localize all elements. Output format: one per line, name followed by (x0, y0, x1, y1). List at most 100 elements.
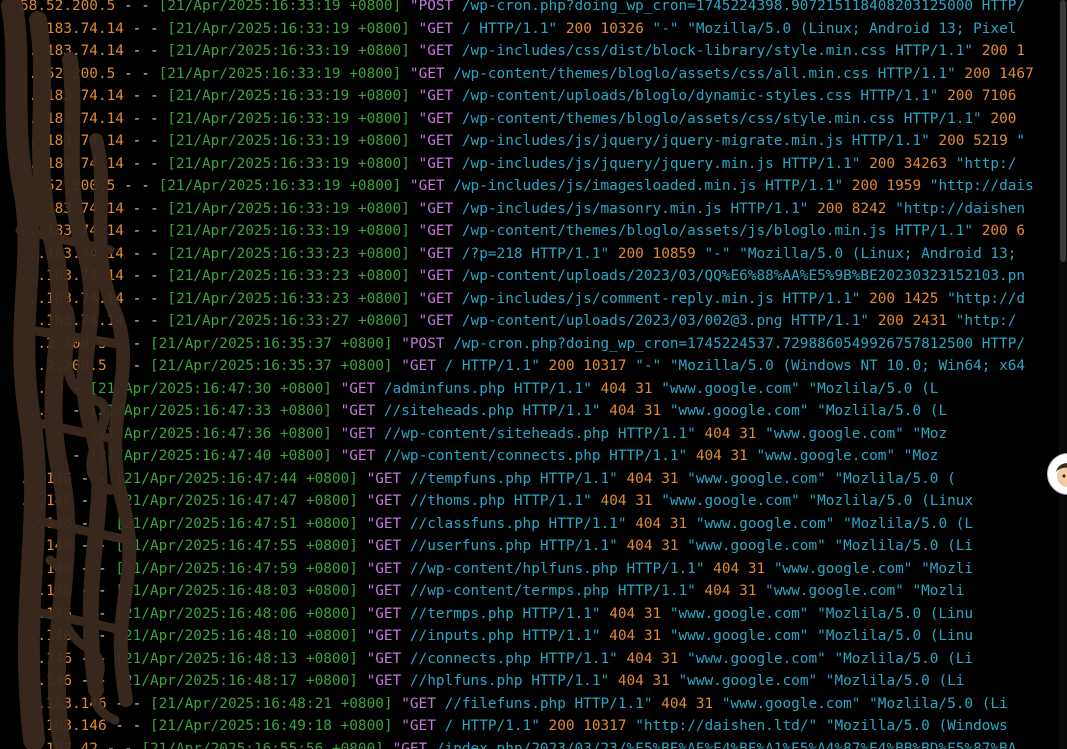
log-line: ...183.74.14 - - [21/Apr/2025:16:33:19 +… (20, 43, 1026, 59)
scrollbar-thumb[interactable] (1060, 0, 1066, 263)
log-referrer-agent: "www.google.com" "Moz (747, 448, 939, 464)
log-line: ...183.74.14 - - [21/Apr/2025:16:33:23 +… (20, 268, 1026, 284)
log-status: 404 (626, 538, 653, 554)
log-referrer-agent: "www.google.com" "Mozlila/5.0 (Linu (661, 605, 974, 622)
log-separator: - - (123, 20, 168, 37)
log-method: GET (375, 560, 402, 577)
log-timestamp: [21/Apr/2025:16:33:19 +0800] (167, 133, 410, 149)
log-size: 31 (643, 403, 662, 419)
log-line: ...183.74.14 - - [21/Apr/2025:16:33:27 +… (20, 313, 1017, 329)
log-status: 404 (661, 695, 688, 712)
log-ip: ...146 (20, 515, 72, 532)
log-status: 404 (609, 403, 636, 419)
log-ip: ...167.42 (20, 740, 98, 749)
log-referrer-agent: "www.google.com" "Mozlila/5.0 (L (661, 403, 948, 419)
log-referrer-agent: "http://dais (921, 178, 1034, 194)
log-timestamp: [21/Apr/2025:16:47:59 +0800] (115, 560, 358, 577)
log-method: GET (427, 133, 454, 149)
log-request: /wp-content/themes/bloglo/assets/js/blog… (461, 223, 974, 239)
log-line: ...183.74.14 - - [21/Apr/2025:16:33:19 +… (20, 110, 1017, 127)
log-size: 31 (695, 695, 714, 712)
log-method: GET (375, 650, 402, 667)
log-referrer-agent: "www.google.com" "Mozlila/5.0 (Li (669, 673, 965, 689)
log-size: 8242 (851, 200, 887, 217)
log-ip: ...183.74.14 (20, 290, 124, 307)
log-timestamp: [21/Apr/2025:16:33:23 +0800] (167, 245, 410, 262)
log-method: GET (349, 380, 376, 397)
log-status: 200 (990, 110, 1017, 127)
log-method: GET (427, 200, 454, 217)
log-method: GET (375, 538, 402, 554)
log-line: ...146 - - [21/Apr/2025:16:48:10 +0800] … (20, 628, 974, 644)
log-referrer-agent: "www.google.com" "Mozlila/5.0 (L (652, 380, 939, 397)
log-request: /wp-content/themes/bloglo/assets/css/all… (453, 65, 956, 82)
log-request: / HTTP/1.1" (444, 718, 540, 734)
log-timestamp: [21/Apr/2025:16:47:44 +0800] (115, 470, 358, 487)
log-status: 404 (713, 560, 740, 577)
log-size: 31 (730, 448, 748, 464)
log-size: 2431 (912, 313, 948, 329)
log-request: //wp-content/termps.php HTTP/1.1" (409, 583, 696, 599)
log-ip: ... (20, 448, 46, 464)
log-status: 404 (695, 448, 722, 464)
log-size: 1959 (886, 178, 922, 194)
log-ip: ...183.74.14 (20, 155, 124, 172)
log-separator: - - (71, 515, 116, 532)
log-request: //wp-content/hplfuns.php HTTP/1.1" (409, 560, 705, 577)
log-separator: - - (123, 313, 168, 329)
log-request: //wp-content/connects.php HTTP/1.1" (383, 448, 688, 464)
log-status: 404 (635, 515, 662, 532)
log-status: 200 (981, 43, 1008, 59)
log-timestamp: [21/Apr/2025:16:47:55 +0800] (115, 538, 358, 554)
log-status: 200 (877, 313, 904, 329)
log-separator: - - (123, 88, 168, 104)
log-method: GET (349, 403, 376, 419)
log-status: 200 (565, 20, 592, 37)
log-referrer-agent: "www.google.com" "Mozlila/5.0 (Li (678, 650, 974, 667)
log-separator: - - (123, 223, 168, 239)
log-line: ...183.74.14 - - [21/Apr/2025:16:33:23 +… (20, 245, 1017, 262)
log-timestamp: [21/Apr/2025:16:47:33 +0800] (89, 403, 332, 419)
log-status: 404 (600, 493, 627, 509)
log-separator: - - (46, 403, 90, 419)
log-size: 31 (661, 470, 679, 487)
log-size: 10317 (583, 358, 627, 374)
log-line: ...146 - - [21/Apr/2025:16:48:03 +0800] … (20, 583, 965, 599)
log-timestamp: [21/Apr/2025:16:33:19 +0800] (158, 0, 402, 14)
log-method: POST (418, 0, 454, 14)
log-timestamp: [21/Apr/2025:16:47:47 +0800] (115, 493, 358, 509)
terminal-window[interactable]: 58.52.200.5 - - [21/Apr/2025:16:33:19 +0… (0, 0, 1067, 749)
log-timestamp: [21/Apr/2025:16:33:19 +0800] (158, 178, 402, 194)
log-line: ...2.200.5 - - [21/Apr/2025:16:35:37 +08… (20, 335, 1026, 352)
log-separator: - - (123, 43, 168, 59)
log-referrer-agent: "http:/ (947, 155, 1017, 172)
log-method: GET (375, 493, 402, 509)
log-line: ...183.74.14 - - [21/Apr/2025:16:33:19 +… (20, 223, 1026, 239)
log-ip: ...183.74.14 (20, 200, 124, 217)
log-ip: ... (20, 380, 46, 397)
log-size: 31 (661, 538, 679, 554)
log-timestamp: [21/Apr/2025:16:49:18 +0800] (149, 718, 393, 734)
log-status: 200 (617, 245, 644, 262)
log-timestamp: [21/Apr/2025:16:33:19 +0800] (167, 20, 410, 37)
log-status: 200 (548, 718, 575, 734)
log-request: //connects.php HTTP/1.1" (409, 650, 618, 667)
log-method: GET (427, 88, 454, 104)
log-size: 31 (643, 605, 662, 622)
scrollbar-track[interactable] (1059, 0, 1067, 749)
log-ip: ...183.74.14 (20, 245, 124, 262)
log-timestamp: [21/Apr/2025:16:47:36 +0800] (89, 425, 332, 442)
log-line: ...146 - - [21/Apr/2025:16:47:51 +0800] … (20, 515, 974, 532)
log-line: ...146 - - [21/Apr/2025:16:47:55 +0800] … (20, 538, 974, 554)
log-status: 404 (626, 650, 653, 667)
log-request: /wp-content/uploads/2023/03/QQ%E6%88%AA%… (461, 268, 1026, 284)
log-timestamp: [21/Apr/2025:16:48:03 +0800] (115, 583, 358, 599)
log-line: ... - - [21/Apr/2025:16:47:30 +0800] "GE… (20, 380, 939, 397)
log-separator: - - (123, 155, 168, 172)
log-timestamp: [21/Apr/2025:16:35:37 +0800] (149, 358, 393, 374)
log-timestamp: [21/Apr/2025:16:48:06 +0800] (115, 605, 358, 622)
log-status: 404 (704, 425, 731, 442)
log-timestamp: [21/Apr/2025:16:55:56 +0800] (141, 740, 384, 749)
log-request: //filefuns.php HTTP/1.1" (444, 695, 653, 712)
log-separator: - - (71, 560, 116, 577)
